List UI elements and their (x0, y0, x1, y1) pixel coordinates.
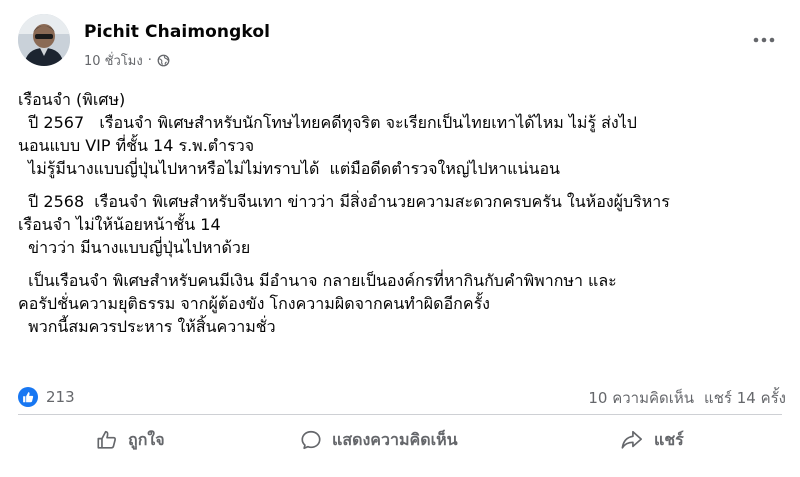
comment-icon (301, 430, 321, 450)
author-name[interactable]: Pichit Chaimongkol (84, 22, 270, 42)
more-dots-icon[interactable] (748, 30, 780, 50)
post-line: นอนแบบ VIP ที่ชั้น 14 ร.พ.ตำรวจ (18, 136, 255, 155)
avatar[interactable] (18, 14, 70, 66)
thumbs-up-icon (97, 430, 116, 449)
post-line: เรือนจำ ไม่ให้น้อยหน้าชั้น 14 (18, 215, 221, 234)
post-line: เป็นเรือนจำ พิเศษสำหรับคนมีเงิน มีอำนาจ … (18, 271, 617, 290)
comment-count[interactable]: 10 ความคิดเห็น (588, 386, 694, 410)
post-line: ข่าวว่า มีนางแบบญี่ปุ่นไปหาด้วย (18, 238, 251, 257)
share-label: แชร์ (654, 429, 684, 449)
post-line: คอรัปชั่นความยุติธรรม จากผู้ต้องขัง โกงค… (18, 294, 490, 313)
post-line: เรือนจำ (พิเศษ) (18, 90, 126, 109)
share-count[interactable]: แชร์ 14 ครั้ง (704, 386, 786, 410)
like-button[interactable]: ถูกใจ (96, 420, 165, 460)
reaction-summary[interactable]: 213 (18, 386, 75, 408)
comment-button[interactable]: แสดงความคิดเห็น (300, 420, 458, 460)
post-line: ไม่รู้มีนางแบบญี่ปุ่นไปหาหรือไม่ไม่ทราบไ… (18, 159, 560, 178)
reaction-count: 213 (46, 388, 75, 406)
post-body: เรือนจำ (พิเศษ) ปี 2567 เรือนจำ พิเศษสำห… (18, 88, 790, 338)
post-line: พวกนี้สมควรประหาร ให้สิ้นความชั่ว (18, 317, 276, 336)
meta-separator: · (147, 53, 152, 68)
post-header: Pichit Chaimongkol 10 ชั่วโมง · (18, 14, 780, 70)
like-icon (18, 387, 38, 407)
like-label: ถูกใจ (128, 429, 165, 449)
action-bar: ถูกใจ แสดงความคิดเห็น แชร์ (0, 420, 800, 460)
comment-label: แสดงความคิดเห็น (332, 429, 458, 449)
share-icon (621, 430, 642, 449)
post-time[interactable]: 10 ชั่วโมง (84, 50, 143, 71)
divider (18, 414, 782, 415)
post-line: ปี 2567 เรือนจำ พิเศษสำหรับนักโทษไทยคดีท… (18, 113, 637, 132)
globe-icon (157, 54, 170, 67)
post-line: ปี 2568 เรือนจำ พิเศษสำหรับจีนเทา ข่าวว่… (18, 192, 670, 211)
share-button[interactable]: แชร์ (620, 420, 684, 460)
engagement-stats: 10 ความคิดเห็น แชร์ 14 ครั้ง (588, 386, 786, 410)
post-meta: 10 ชั่วโมง · (84, 50, 170, 71)
